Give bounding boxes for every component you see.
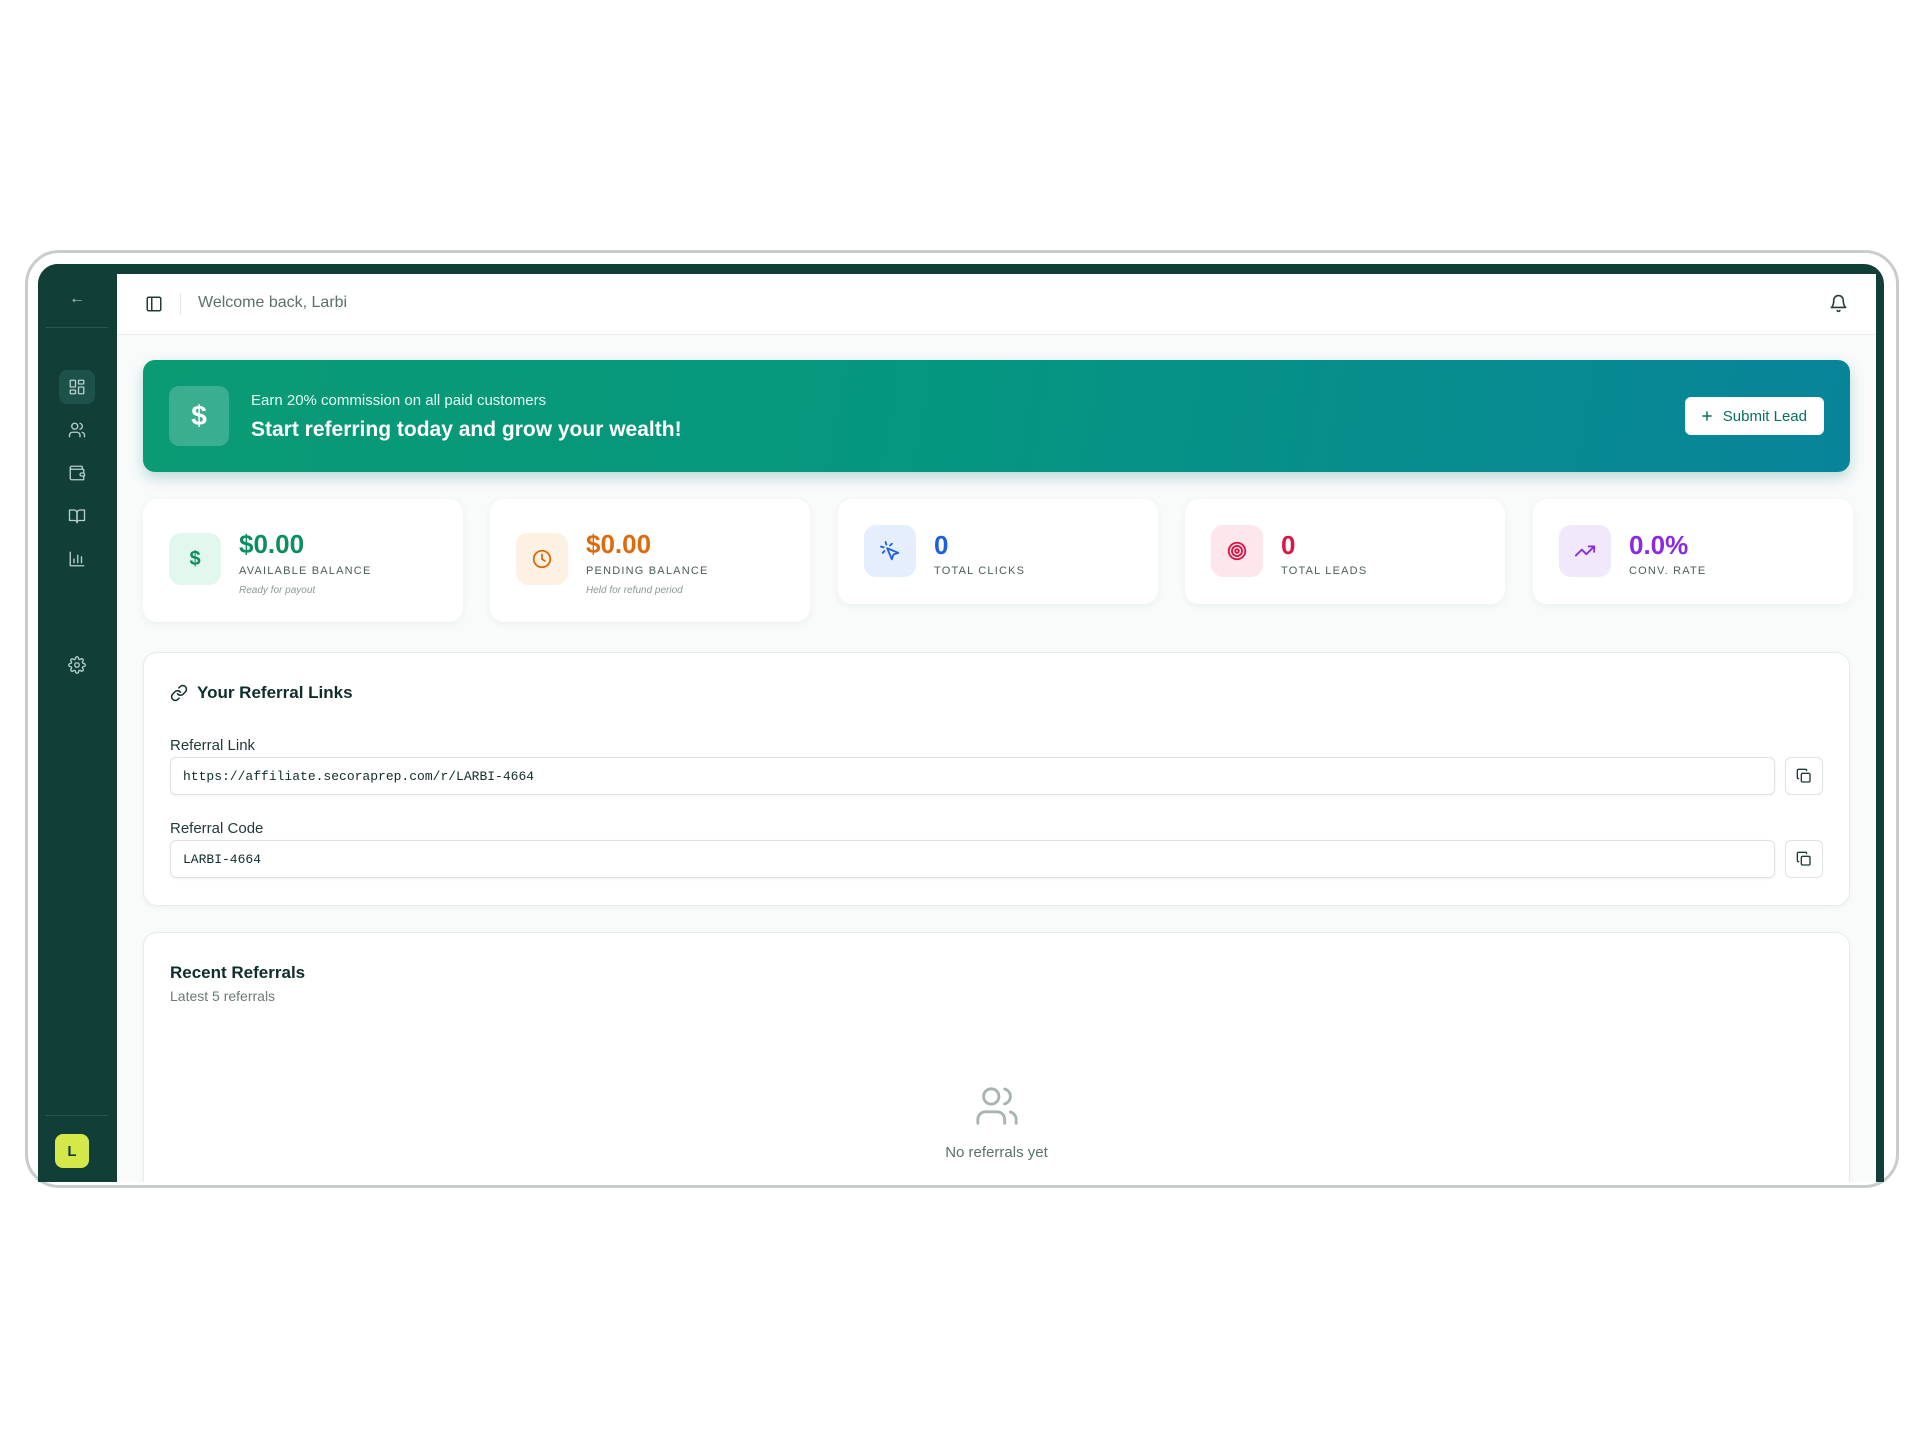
stat-card-total-leads: 0 TOTAL LEADS (1185, 499, 1505, 604)
sidebar: ← L (38, 264, 116, 1182)
stat-label: AVAILABLE BALANCE (239, 565, 372, 577)
dollar-icon: $ (169, 386, 229, 446)
stat-note: Ready for payout (239, 585, 316, 596)
clock-icon (516, 533, 568, 585)
empty-state-text: No referrals yet (945, 1144, 1048, 1161)
book-icon (68, 509, 86, 524)
stat-value: 0 (1281, 530, 1296, 560)
copy-referral-code-button[interactable] (1785, 840, 1823, 878)
stat-label: CONV. RATE (1629, 565, 1707, 577)
recent-referrals-card: Recent Referrals Latest 5 referrals No r… (143, 932, 1850, 1182)
stat-note: Held for refund period (586, 585, 683, 596)
sidebar-toggle-icon[interactable] (145, 295, 163, 313)
referral-link-field[interactable] (170, 757, 1775, 795)
sidebar-item-dashboard[interactable] (59, 370, 95, 404)
stat-value: $0.00 (586, 529, 652, 559)
users-icon (974, 1083, 1020, 1129)
sidebar-divider (46, 327, 108, 328)
cursor-click-icon (864, 525, 916, 577)
recent-referrals-title: Recent Referrals (170, 963, 306, 982)
app-window: ← L Welcome back, Larbi $ Earn 20% commi… (38, 264, 1884, 1182)
wallet-icon (69, 465, 86, 481)
referral-code-field[interactable] (170, 840, 1775, 878)
stat-label: PENDING BALANCE (586, 565, 709, 577)
target-icon (1211, 525, 1263, 577)
bar-chart-icon (69, 551, 85, 567)
trending-up-icon (1559, 525, 1611, 577)
stat-value: 0.0% (1629, 530, 1689, 560)
sidebar-item-wallet[interactable] (59, 456, 95, 490)
referral-links-title: Your Referral Links (170, 683, 353, 703)
dollar-icon: $ (169, 533, 221, 585)
bell-icon[interactable] (1829, 294, 1848, 313)
stat-value: $0.00 (239, 529, 305, 559)
banner-title: Start referring today and grow your weal… (251, 418, 682, 441)
referral-code-label: Referral Code (170, 820, 264, 837)
stat-label: TOTAL CLICKS (934, 565, 1026, 577)
sidebar-item-resources[interactable] (59, 499, 95, 533)
stat-card-total-clicks: 0 TOTAL CLICKS (838, 499, 1158, 604)
referral-links-title-text: Your Referral Links (197, 683, 353, 702)
plus-icon (1701, 411, 1712, 421)
promo-banner: $ Earn 20% commission on all paid custom… (143, 360, 1850, 472)
topbar: Welcome back, Larbi (117, 274, 1876, 335)
copy-icon (1796, 768, 1811, 783)
avatar[interactable]: L (55, 1134, 89, 1168)
copy-icon (1796, 851, 1811, 866)
stat-card-available-balance: $ $0.00 AVAILABLE BALANCE Ready for payo… (143, 499, 463, 622)
stats-row: $ $0.00 AVAILABLE BALANCE Ready for payo… (143, 499, 1853, 624)
dashboard-icon (69, 379, 85, 395)
recent-referrals-subtitle: Latest 5 referrals (170, 988, 276, 1004)
referral-links-card: Your Referral Links Referral Link Referr… (143, 652, 1850, 906)
collapse-sidebar-button[interactable]: ← (38, 290, 116, 308)
topbar-divider (180, 293, 181, 315)
sidebar-item-settings[interactable] (59, 648, 95, 682)
link-icon (170, 684, 188, 702)
copy-referral-link-button[interactable] (1785, 757, 1823, 795)
stat-card-conversion-rate: 0.0% CONV. RATE (1533, 499, 1853, 604)
gear-icon (68, 656, 86, 674)
users-icon (68, 422, 86, 438)
stat-value: 0 (934, 530, 949, 560)
sidebar-divider (46, 1115, 108, 1116)
sidebar-item-analytics[interactable] (59, 542, 95, 576)
main-content: Welcome back, Larbi $ Earn 20% commissio… (117, 274, 1876, 1182)
stat-card-pending-balance: $0.00 PENDING BALANCE Held for refund pe… (490, 499, 810, 622)
sidebar-item-referrals[interactable] (59, 413, 95, 447)
sidebar-nav (38, 370, 116, 585)
welcome-message: Welcome back, Larbi (198, 294, 348, 311)
referral-link-label: Referral Link (170, 737, 256, 754)
submit-lead-button[interactable]: Submit Lead (1684, 397, 1824, 435)
stat-label: TOTAL LEADS (1281, 565, 1368, 577)
banner-subtitle: Earn 20% commission on all paid customer… (251, 392, 547, 409)
submit-lead-label: Submit Lead (1722, 407, 1807, 425)
